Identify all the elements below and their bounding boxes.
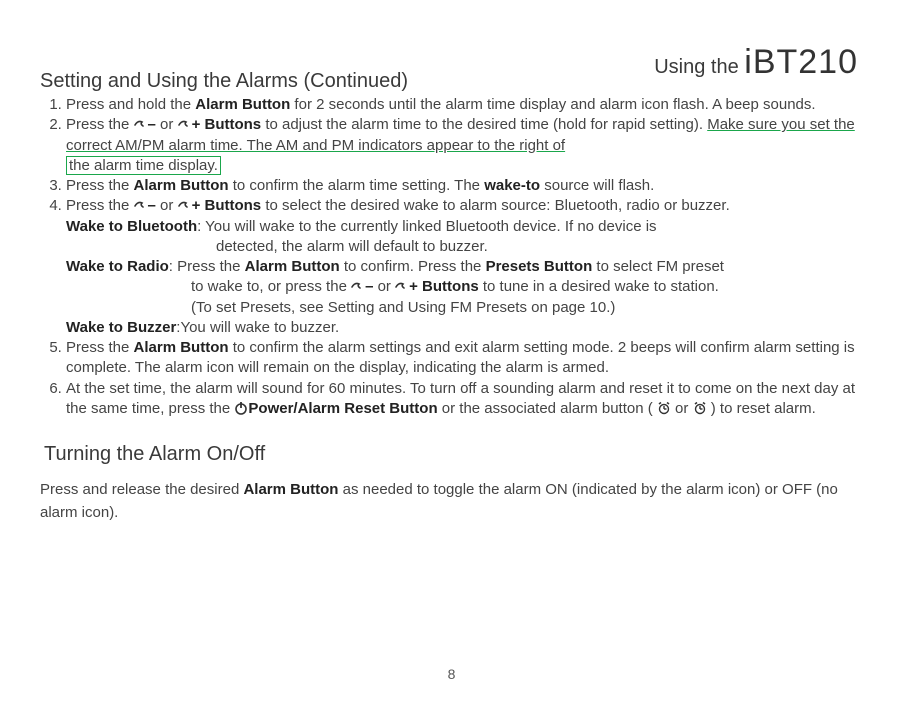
text: Press the — [66, 197, 134, 214]
text: to tune in a desired wake to station. — [479, 278, 719, 295]
step-6: At the set time, the alarm will sound fo… — [66, 379, 863, 420]
buttons-label: Buttons — [200, 116, 261, 133]
plus-label: + — [192, 197, 201, 214]
alarm2-icon — [693, 401, 707, 415]
text: : You will wake to the currently linked … — [197, 218, 656, 235]
wake-buzzer-label: Wake to Buzzer — [66, 319, 176, 336]
turning-alarm-paragraph: Press and release the desired Alarm Butt… — [40, 478, 863, 525]
wake-bluetooth: Wake to Bluetooth: You will wake to the … — [66, 217, 863, 237]
text: to select FM preset — [592, 258, 724, 275]
plus-label: + — [409, 278, 418, 295]
text: to wake to, or press the — [191, 278, 351, 295]
tune-minus-icon — [134, 119, 148, 131]
wake-options: Wake to Bluetooth: You will wake to the … — [66, 217, 863, 339]
alarm-button-label: Alarm Button — [134, 177, 229, 194]
step-3: Press the Alarm Button to confirm the al… — [66, 176, 863, 196]
text: detected, the alarm will default to buzz… — [216, 237, 863, 257]
step-5: Press the Alarm Button to confirm the al… — [66, 338, 863, 379]
product-title: Using the iBT210 — [654, 40, 858, 86]
minus-label: – — [148, 197, 156, 214]
page-number: 8 — [0, 665, 903, 684]
alarm1-icon — [657, 401, 671, 415]
text: or — [156, 116, 178, 133]
product-prefix: Using the — [654, 56, 744, 78]
alarm-button-label: Alarm Button — [134, 339, 229, 356]
section2-title: Turning the Alarm On/Off — [44, 441, 863, 468]
text: source will flash. — [540, 177, 654, 194]
wake-radio: Wake to Radio: Press the Alarm Button to… — [66, 257, 863, 277]
alarm-button-label: Alarm Button — [243, 481, 338, 498]
tune-minus-icon — [351, 281, 365, 293]
buttons-label: Buttons — [200, 197, 261, 214]
text: for 2 seconds until the alarm time displ… — [290, 96, 815, 113]
wake-to-label: wake-to — [484, 177, 540, 194]
text: Press the — [66, 339, 134, 356]
text: Press and release the desired — [40, 481, 243, 498]
text: Press the — [66, 116, 134, 133]
text: Press the — [66, 177, 134, 194]
product-model: iBT210 — [744, 43, 858, 81]
plus-label: + — [192, 116, 201, 133]
text: :You will wake to buzzer. — [176, 319, 339, 336]
text: or — [156, 197, 178, 214]
text: to select the desired wake to alarm sour… — [261, 197, 730, 214]
tune-plus-icon — [178, 119, 192, 131]
text: Press and hold the — [66, 96, 195, 113]
wake-radio-label: Wake to Radio — [66, 258, 169, 275]
step-2: Press the – or + Buttons to adjust the a… — [66, 115, 863, 176]
presets-button-label: Presets Button — [486, 258, 593, 275]
power-icon — [234, 401, 248, 415]
wake-radio-line3: (To set Presets, see Setting and Using F… — [191, 298, 863, 318]
steps-list: Press and hold the Alarm Button for 2 se… — [40, 95, 863, 419]
minus-label: – — [148, 116, 156, 133]
power-alarm-reset-label: Power/Alarm Reset Button — [248, 400, 437, 417]
text: to adjust the alarm time to the desired … — [261, 116, 707, 133]
text: or — [373, 278, 395, 295]
wake-radio-line2: to wake to, or press the – or + Buttons … — [191, 277, 863, 297]
tune-plus-icon — [395, 281, 409, 293]
tune-plus-icon — [178, 200, 192, 212]
text: to confirm the alarm time setting. The — [229, 177, 485, 194]
text: to confirm. Press the — [340, 258, 486, 275]
tune-minus-icon — [134, 200, 148, 212]
buttons-label: Buttons — [418, 278, 479, 295]
text: or — [671, 400, 693, 417]
alarm-button-label: Alarm Button — [245, 258, 340, 275]
wake-buzzer: Wake to Buzzer:You will wake to buzzer. — [66, 318, 863, 338]
text: : Press the — [169, 258, 245, 275]
step-1: Press and hold the Alarm Button for 2 se… — [66, 95, 863, 115]
highlighted-note: the alarm time display. — [66, 156, 221, 175]
alarm-button-label: Alarm Button — [195, 96, 290, 113]
wake-bluetooth-label: Wake to Bluetooth — [66, 218, 197, 235]
step-4: Press the – or + Buttons to select the d… — [66, 196, 863, 338]
text: or the associated alarm button ( — [438, 400, 657, 417]
text: ) to reset alarm. — [707, 400, 816, 417]
